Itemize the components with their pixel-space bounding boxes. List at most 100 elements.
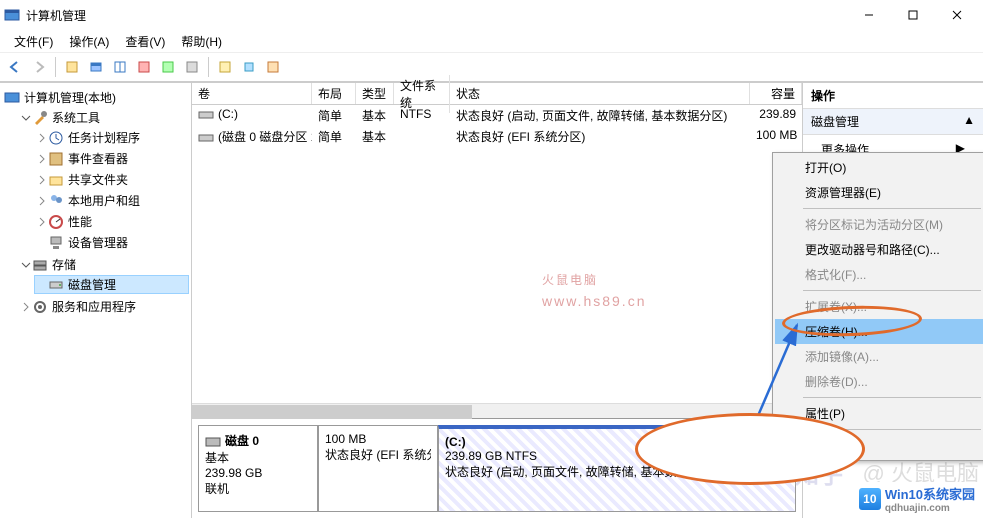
clock-icon bbox=[48, 130, 64, 146]
volume-list: (C:) 简单 基本 NTFS 状态良好 (启动, 页面文件, 故障转储, 基本… bbox=[192, 105, 802, 403]
chevron-up-icon: ▲ bbox=[963, 113, 975, 130]
cm-shrink[interactable]: 压缩卷(H)... bbox=[775, 319, 983, 344]
caret-icon bbox=[20, 260, 32, 270]
tree-systools[interactable]: 系统工具 bbox=[18, 108, 189, 127]
services-icon bbox=[32, 299, 48, 315]
maximize-button[interactable] bbox=[891, 1, 935, 29]
disk-icon bbox=[48, 277, 64, 293]
cm-separator bbox=[803, 290, 981, 291]
minimize-button[interactable] bbox=[847, 1, 891, 29]
volume-row[interactable]: (C:) 简单 基本 NTFS 状态良好 (启动, 页面文件, 故障转储, 基本… bbox=[192, 105, 802, 126]
drive-icon bbox=[198, 132, 214, 144]
cm-format: 格式化(F)... bbox=[775, 262, 983, 287]
menu-action[interactable]: 操作(A) bbox=[61, 31, 117, 52]
caret-icon bbox=[36, 196, 48, 206]
tree-device-manager[interactable]: 设备管理器 bbox=[34, 233, 189, 252]
tree-storage-label: 存储 bbox=[52, 256, 76, 273]
col-layout[interactable]: 布局 bbox=[312, 83, 356, 104]
tree-services-label: 服务和应用程序 bbox=[52, 298, 136, 315]
vol-fs: NTFS bbox=[394, 106, 450, 125]
caret-icon bbox=[36, 175, 48, 185]
svg-text:?: ? bbox=[785, 438, 792, 452]
tree-task-scheduler[interactable]: 任务计划程序 bbox=[34, 128, 189, 147]
partition-efi[interactable]: 100 MB 状态良好 (EFI 系统分 bbox=[318, 425, 438, 512]
cm-separator bbox=[803, 429, 981, 430]
computer-icon bbox=[4, 90, 20, 106]
logo-icon: 10 bbox=[859, 488, 881, 510]
disk-type: 基本 bbox=[205, 449, 311, 466]
watermark-sub: www.hs89.cn bbox=[542, 293, 646, 309]
col-capacity[interactable]: 容量 bbox=[750, 83, 802, 104]
toolbar-btn-5[interactable] bbox=[157, 56, 179, 78]
context-menu: 打开(O) 资源管理器(E) 将分区标记为活动分区(M) 更改驱动器号和路径(C… bbox=[772, 152, 983, 461]
vol-type: 基本 bbox=[356, 127, 394, 146]
vol-status: 状态良好 (EFI 系统分区) bbox=[450, 127, 750, 146]
tree-root[interactable]: 计算机管理(本地) bbox=[2, 88, 189, 107]
tree-shared-folders[interactable]: 共享文件夹 bbox=[34, 170, 189, 189]
disk-status: 联机 bbox=[205, 480, 311, 497]
toolbar bbox=[0, 52, 983, 82]
tree-disk-management[interactable]: 磁盘管理 bbox=[34, 275, 189, 294]
bottom-logo: 10 Win10系统家园 qdhuajin.com bbox=[855, 482, 979, 516]
toolbar-btn-8[interactable] bbox=[238, 56, 260, 78]
tree-performance[interactable]: 性能 bbox=[34, 212, 189, 231]
caret-icon bbox=[36, 133, 48, 143]
tree-local-users[interactable]: 本地用户和组 bbox=[34, 191, 189, 210]
window-title: 计算机管理 bbox=[26, 7, 847, 24]
menubar: 文件(F) 操作(A) 查看(V) 帮助(H) bbox=[0, 30, 983, 52]
volume-list-header: 卷 布局 类型 文件系统 状态 容量 bbox=[192, 83, 802, 105]
disk-info[interactable]: 磁盘 0 基本 239.98 GB 联机 bbox=[198, 425, 318, 512]
col-status[interactable]: 状态 bbox=[450, 83, 750, 104]
menu-view[interactable]: 查看(V) bbox=[117, 31, 173, 52]
menu-help[interactable]: 帮助(H) bbox=[173, 31, 230, 52]
disk-icon bbox=[205, 436, 221, 448]
volume-row[interactable]: (磁盘 0 磁盘分区 1) 简单 基本 状态良好 (EFI 系统分区) 100 … bbox=[192, 126, 802, 147]
cm-change-drive[interactable]: 更改驱动器号和路径(C)... bbox=[775, 237, 983, 262]
vol-name: (磁盘 0 磁盘分区 1) bbox=[218, 130, 312, 144]
help-icon: ? bbox=[781, 437, 797, 453]
c-name: (C:) bbox=[445, 435, 789, 449]
caret-icon bbox=[36, 154, 48, 164]
tree-perf-label: 性能 bbox=[68, 213, 92, 230]
col-volume[interactable]: 卷 bbox=[192, 83, 312, 104]
back-button[interactable] bbox=[4, 56, 26, 78]
toolbar-btn-7[interactable] bbox=[214, 56, 236, 78]
users-icon bbox=[48, 193, 64, 209]
vol-capacity: 239.89 bbox=[750, 106, 802, 125]
efi-status: 状态良好 (EFI 系统分 bbox=[325, 446, 431, 463]
partition-c[interactable]: (C:) 239.89 GB NTFS 状态良好 (启动, 页面文件, 故障转储… bbox=[438, 425, 796, 512]
cm-explorer[interactable]: 资源管理器(E) bbox=[775, 180, 983, 205]
c-size: 239.89 GB NTFS bbox=[445, 449, 789, 463]
tree-device-label: 设备管理器 bbox=[68, 234, 128, 251]
forward-button[interactable] bbox=[28, 56, 50, 78]
caret-icon bbox=[20, 113, 32, 123]
vol-fs bbox=[394, 127, 450, 146]
vol-capacity: 100 MB bbox=[750, 127, 802, 146]
menu-file[interactable]: 文件(F) bbox=[6, 31, 61, 52]
toolbar-btn-9[interactable] bbox=[262, 56, 284, 78]
scrollbar-thumb[interactable] bbox=[192, 405, 472, 419]
cm-help[interactable]: ?帮助(H) bbox=[775, 433, 983, 458]
tree-storage[interactable]: 存储 bbox=[18, 255, 189, 274]
toolbar-btn-3[interactable] bbox=[109, 56, 131, 78]
c-status: 状态良好 (启动, 页面文件, 故障转储, 基本数据分区) bbox=[445, 463, 789, 480]
toolbar-btn-2[interactable] bbox=[85, 56, 107, 78]
toolbar-btn-4[interactable] bbox=[133, 56, 155, 78]
actions-section[interactable]: 磁盘管理 ▲ bbox=[803, 109, 983, 135]
tree-services[interactable]: 服务和应用程序 bbox=[18, 297, 189, 316]
tree-systools-label: 系统工具 bbox=[52, 109, 100, 126]
cm-properties[interactable]: 属性(P) bbox=[775, 401, 983, 426]
logo-text: Win10系统家园 bbox=[885, 484, 975, 503]
cm-open[interactable]: 打开(O) bbox=[775, 155, 983, 180]
window-titlebar: 计算机管理 bbox=[0, 0, 983, 30]
toolbar-btn-6[interactable] bbox=[181, 56, 203, 78]
toolbar-btn-1[interactable] bbox=[61, 56, 83, 78]
vol-layout: 简单 bbox=[312, 127, 356, 146]
tree-event-viewer[interactable]: 事件查看器 bbox=[34, 149, 189, 168]
actions-section-label: 磁盘管理 bbox=[811, 113, 859, 130]
device-icon bbox=[48, 235, 64, 251]
actions-header: 操作 bbox=[803, 83, 983, 109]
col-type[interactable]: 类型 bbox=[356, 83, 394, 104]
horizontal-scrollbar[interactable] bbox=[192, 403, 802, 418]
close-button[interactable] bbox=[935, 1, 979, 29]
